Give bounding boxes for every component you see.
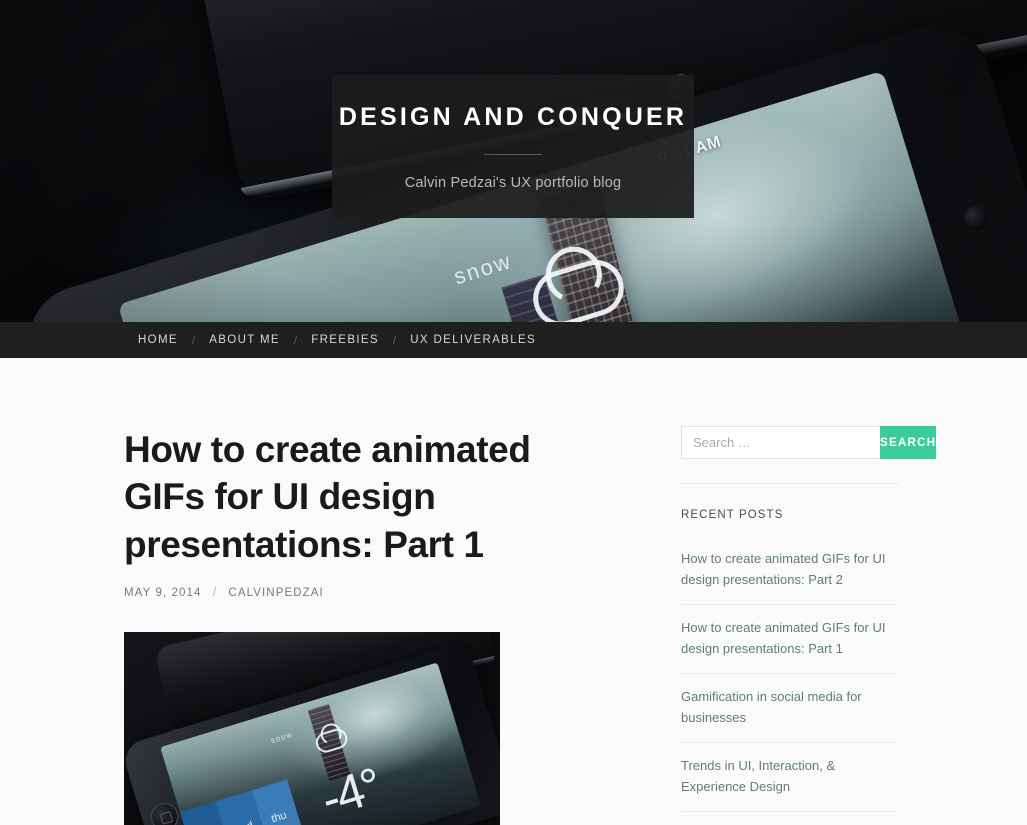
main-content-column: How to create animated GIFs for UI desig… <box>124 358 621 825</box>
search-input[interactable] <box>681 426 880 459</box>
site-branding-box: DESIGN AND CONQUER Calvin Pedzai's UX po… <box>332 75 694 218</box>
list-item: How to create animated GIFs for UI desig… <box>681 605 899 675</box>
site-hero-banner: 9:41 AM snow -4° tue -1° wed 4° thu 3° <box>0 0 1027 322</box>
post-featured-image[interactable]: snow -4° tue -1° wed 4° <box>124 632 500 825</box>
sidebar: SEARCH RECENT POSTS How to create animat… <box>681 358 937 825</box>
recent-posts-heading: RECENT POSTS <box>681 509 784 521</box>
post-figure: snow -4° tue -1° wed 4° <box>124 632 500 825</box>
post-meta: MAY 9, 2014 / CALVINPEDZAI <box>124 587 621 599</box>
page-content: How to create animated GIFs for UI desig… <box>0 358 1027 825</box>
nav-list: HOME / ABOUT ME / FREEBIES / UX DELIVERA… <box>138 333 536 347</box>
post-forecast-day-label: wed <box>232 820 255 825</box>
title-divider <box>484 154 542 155</box>
nav-item-about-me[interactable]: ABOUT ME <box>209 334 280 346</box>
search-form: SEARCH <box>681 426 937 459</box>
recent-post-link[interactable]: How to create animated GIFs for UI desig… <box>681 605 899 673</box>
recent-posts-list: How to create animated GIFs for UI desig… <box>681 536 899 825</box>
primary-navigation: HOME / ABOUT ME / FREEBIES / UX DELIVERA… <box>0 322 1027 358</box>
list-item: Trends in UI, Interaction, & Experience … <box>681 743 899 813</box>
meta-separator: / <box>212 587 218 600</box>
list-item: Gamification in social media for busines… <box>681 674 899 744</box>
post-author-link[interactable]: CALVINPEDZAI <box>228 587 323 599</box>
recent-post-link[interactable]: Trends in UI, Interaction, & Experience … <box>681 743 899 811</box>
recent-post-link[interactable]: How to create animated GIFs for UI desig… <box>681 536 899 604</box>
list-item: How to create animated GIFs for UI desig… <box>681 536 899 606</box>
search-button[interactable]: SEARCH <box>880 426 937 459</box>
post-date: MAY 9, 2014 <box>124 587 202 600</box>
page-title: How to create animated GIFs for UI desig… <box>124 429 531 565</box>
nav-separator: / <box>392 333 397 347</box>
recent-post-link[interactable]: Gamification in social media for busines… <box>681 674 899 742</box>
nav-item-ux-deliverables[interactable]: UX DELIVERABLES <box>410 334 536 346</box>
nav-item-freebies[interactable]: FREEBIES <box>311 334 379 346</box>
nav-separator: / <box>191 333 196 347</box>
list-item: How FNB could have designed their new we… <box>681 812 899 825</box>
nav-item-home[interactable]: HOME <box>138 334 178 346</box>
sidebar-divider <box>681 483 899 484</box>
recent-post-link[interactable]: How FNB could have designed their new we… <box>681 812 899 825</box>
site-title: DESIGN AND CONQUER <box>338 103 688 131</box>
site-tagline: Calvin Pedzai's UX portfolio blog <box>404 175 622 191</box>
nav-separator: / <box>293 333 298 347</box>
